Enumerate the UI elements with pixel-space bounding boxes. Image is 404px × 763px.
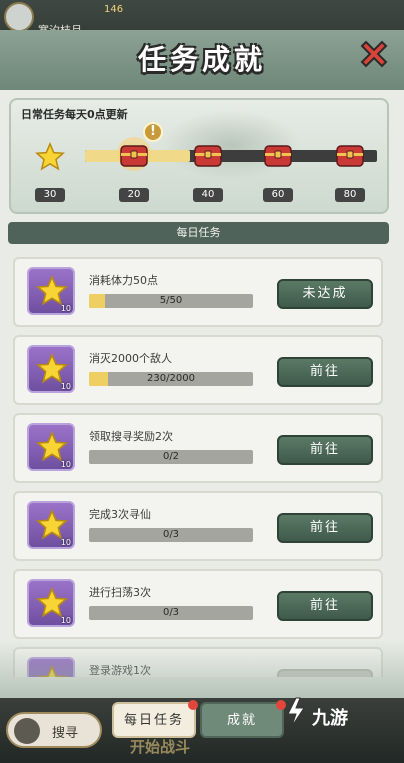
task-progress-text: 0/2 bbox=[162, 451, 180, 462]
task-row: 10 领取搜寻奖励2次 0/2 前往 bbox=[13, 413, 383, 483]
task-progress-bar: 230/2000 bbox=[89, 372, 253, 386]
star-icon bbox=[36, 275, 68, 306]
task-progress-text: 230/2000 bbox=[147, 373, 195, 384]
task-name: 完成3次寻仙 bbox=[89, 508, 151, 521]
star-icon bbox=[36, 587, 68, 618]
tab-achievements[interactable]: 成就 bbox=[200, 700, 286, 738]
milestone-label: 20 bbox=[119, 188, 149, 202]
go-button[interactable]: 前往 bbox=[277, 591, 373, 621]
task-name: 消耗体力50点 bbox=[89, 274, 158, 287]
search-label: 搜寻 bbox=[52, 726, 79, 741]
tab-label: 成就 bbox=[226, 713, 257, 728]
reward-count: 10 bbox=[60, 538, 71, 547]
task-name: 领取搜寻奖励2次 bbox=[89, 430, 173, 443]
watermark-logo-icon bbox=[287, 697, 305, 727]
close-icon bbox=[360, 40, 388, 68]
task-row: 10 消耗体力50点 5/50 未达成 bbox=[13, 257, 383, 327]
tab-label: 每日任务 bbox=[123, 713, 184, 728]
reward-count: 10 bbox=[60, 304, 71, 313]
close-button[interactable] bbox=[354, 34, 394, 74]
chest-icon[interactable] bbox=[259, 136, 297, 172]
chest-icon[interactable] bbox=[189, 136, 227, 172]
go-button[interactable]: 前往 bbox=[277, 513, 373, 543]
reset-notice: 日常任务每天0点更新 bbox=[21, 108, 128, 121]
incomplete-button[interactable]: 未达成 bbox=[277, 279, 373, 309]
task-progress-text: 5/50 bbox=[159, 295, 183, 306]
reward-icon: 10 bbox=[27, 267, 75, 315]
page-title: 任务成就 bbox=[137, 43, 266, 76]
task-progress-bar: 0/2 bbox=[89, 450, 253, 464]
go-button[interactable]: 前往 bbox=[277, 357, 373, 387]
task-progress-text: 0/3 bbox=[162, 529, 180, 540]
reward-count: 10 bbox=[60, 382, 71, 391]
reward-icon: 10 bbox=[27, 501, 75, 549]
chest-icon[interactable] bbox=[331, 136, 369, 172]
milestone-progress-panel: 日常任务每天0点更新 30 20 ! 40 60 80 bbox=[9, 98, 389, 214]
star-icon bbox=[35, 142, 65, 171]
task-progress-bar: 0/3 bbox=[89, 528, 253, 542]
current-points: 30 bbox=[35, 188, 65, 202]
go-button[interactable]: 前往 bbox=[277, 435, 373, 465]
milestone-label: 80 bbox=[335, 188, 365, 202]
reward-count: 10 bbox=[60, 460, 71, 469]
milestone-label: 40 bbox=[193, 188, 223, 202]
task-row: 10 消灭2000个敌人 230/2000 前往 bbox=[13, 335, 383, 405]
task-name: 进行扫荡3次 bbox=[89, 586, 151, 599]
star-icon bbox=[36, 353, 68, 384]
star-icon bbox=[36, 509, 68, 540]
task-progress-text: 0/3 bbox=[162, 607, 180, 618]
chest-icon[interactable] bbox=[115, 136, 153, 172]
alert-icon: ! bbox=[143, 122, 163, 142]
daily-tasks-header: 每日任务 bbox=[8, 222, 389, 244]
avatar bbox=[4, 2, 34, 32]
start-battle-label: 开始战斗 bbox=[130, 738, 191, 756]
reward-count: 10 bbox=[60, 616, 71, 625]
tab-daily-tasks[interactable]: 每日任务 bbox=[112, 700, 198, 738]
reward-icon: 10 bbox=[27, 423, 75, 471]
task-progress-bar: 0/3 bbox=[89, 606, 253, 620]
task-progress-bar: 5/50 bbox=[89, 294, 253, 308]
watermark-text: 九游 bbox=[312, 708, 348, 729]
search-icon bbox=[14, 718, 40, 744]
task-list: 10 消耗体力50点 5/50 未达成 10 消灭2000个敌人 230/200… bbox=[13, 257, 383, 677]
task-row: 10 进行扫荡3次 0/3 前往 bbox=[13, 569, 383, 639]
reward-icon: 10 bbox=[27, 579, 75, 627]
milestone-label: 60 bbox=[263, 188, 293, 202]
search-button[interactable]: 搜寻 bbox=[6, 712, 102, 748]
task-row: 10 完成3次寻仙 0/3 前往 bbox=[13, 491, 383, 561]
star-icon bbox=[36, 431, 68, 462]
reward-icon: 10 bbox=[27, 345, 75, 393]
energy-value: 146 bbox=[104, 4, 124, 15]
task-name: 消灭2000个敌人 bbox=[89, 352, 172, 365]
notification-dot bbox=[188, 700, 198, 710]
